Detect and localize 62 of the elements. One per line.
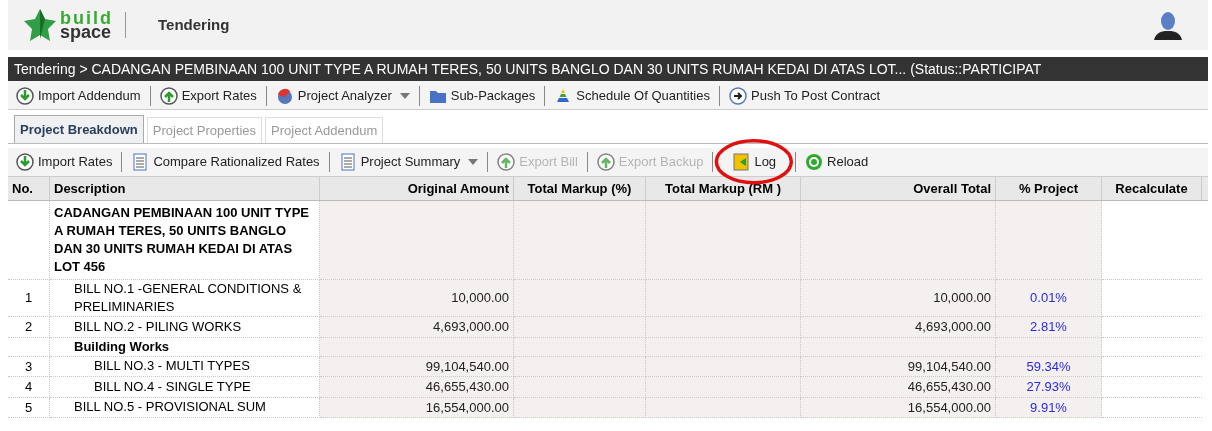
table-cell: 46,655,430.00 [320, 377, 514, 398]
toolbar-button[interactable]: Project Analyzer [271, 84, 414, 108]
table-cell: 2.81% [996, 317, 1102, 338]
table-cell: 59.34% [996, 356, 1102, 377]
upload-icon [596, 153, 615, 171]
toolbar-button[interactable]: Import Rates [12, 150, 117, 174]
column-header[interactable]: Total Markup (%) [514, 177, 646, 200]
table-cell: 99,104,540.00 [320, 356, 514, 377]
table-cell: 99,104,540.00 [801, 356, 996, 377]
description-text: BILL NO.4 - SINGLE TYPE [94, 377, 251, 396]
description-text: Building Works [74, 337, 170, 356]
table-cell: 0.01% [996, 280, 1102, 317]
table-cell: 10,000.00 [801, 280, 996, 317]
toolbar-button[interactable]: Reload [801, 150, 873, 174]
reload-icon [805, 153, 824, 171]
column-header[interactable]: Total Markup (RM ) [646, 177, 801, 200]
toolbar-button[interactable]: Project Summary [334, 150, 483, 174]
arrow-right-icon [729, 87, 747, 105]
user-avatar-icon[interactable] [1152, 9, 1184, 41]
download-icon [16, 153, 34, 171]
upload-icon [159, 87, 178, 105]
log-book-icon [732, 153, 751, 171]
table-cell: 27.93% [996, 377, 1102, 398]
table-cell: 9.91% [996, 397, 1102, 418]
logo-star-icon [22, 7, 58, 43]
toolbar-button[interactable]: Schedule Of Quantities [550, 84, 714, 108]
column-header[interactable]: Description [50, 177, 320, 200]
table-cell: 2 [8, 317, 50, 338]
column-header[interactable]: Overall Total [801, 177, 996, 200]
column-header[interactable]: Original Amount [320, 177, 514, 200]
document-icon [131, 153, 150, 171]
column-header[interactable]: % Project [996, 177, 1102, 200]
table-cell: 10,000.00 [320, 280, 514, 317]
toolbar-button[interactable]: Sub-Packages [424, 84, 540, 108]
table-cell: 4,693,000.00 [801, 317, 996, 338]
table-cell: 1 [8, 280, 50, 317]
pie-chart-icon [275, 87, 294, 105]
tab[interactable]: Project Breakdown [14, 115, 144, 143]
toolbar-button[interactable]: Import Addendum [12, 84, 145, 108]
table-cell: 4,693,000.00 [320, 317, 514, 338]
column-header[interactable]: No. [8, 177, 50, 200]
upload-icon [497, 153, 516, 171]
table-cell: 46,655,430.00 [801, 377, 996, 398]
table-cell: 3 [8, 356, 50, 377]
description-text: BILL NO.5 - PROVISIONAL SUM [74, 398, 266, 417]
toolbar-button[interactable]: Compare Rationalized Rates [127, 150, 324, 174]
description-text: BILL NO.3 - MULTI TYPES [94, 357, 250, 376]
column-header[interactable]: Recalculate [1102, 177, 1202, 200]
table-cell: 5 [8, 397, 50, 418]
table-cell: 16,554,000.00 [801, 397, 996, 418]
table-cell: 16,554,000.00 [320, 397, 514, 418]
description-text: CADANGAN PEMBINAAN 100 UNIT TYPE A RUMAH TERES, 50 UNITS BANGLO DAN 30 UNITS RUMAH KEDAI DI ATAS LOT 456 [54, 204, 310, 276]
module-title: Tendering [158, 14, 230, 35]
toolbar-button[interactable]: Export Rates [155, 84, 261, 108]
description-text: BILL NO.2 - PILING WORKS [74, 317, 242, 336]
logo-text: build [60, 11, 113, 25]
document-icon [338, 153, 357, 171]
breadcrumb-bar: Tendering > CADANGAN PEMBINAAN 100 UNIT TYPE A RUMAH TERES, 50 UNITS BANGLO DAN 30 UNITS RUMAH KEDAI DI ATAS LOT... (Status::PARTICIPAT [8, 57, 1208, 81]
table-cell: 4 [8, 377, 50, 398]
download-icon [16, 87, 34, 105]
toolbar-button[interactable]: Push To Post Contract [725, 84, 885, 108]
description-text: BILL NO.1 -GENERAL CONDITIONS & PRELIMINARIES [74, 280, 303, 316]
